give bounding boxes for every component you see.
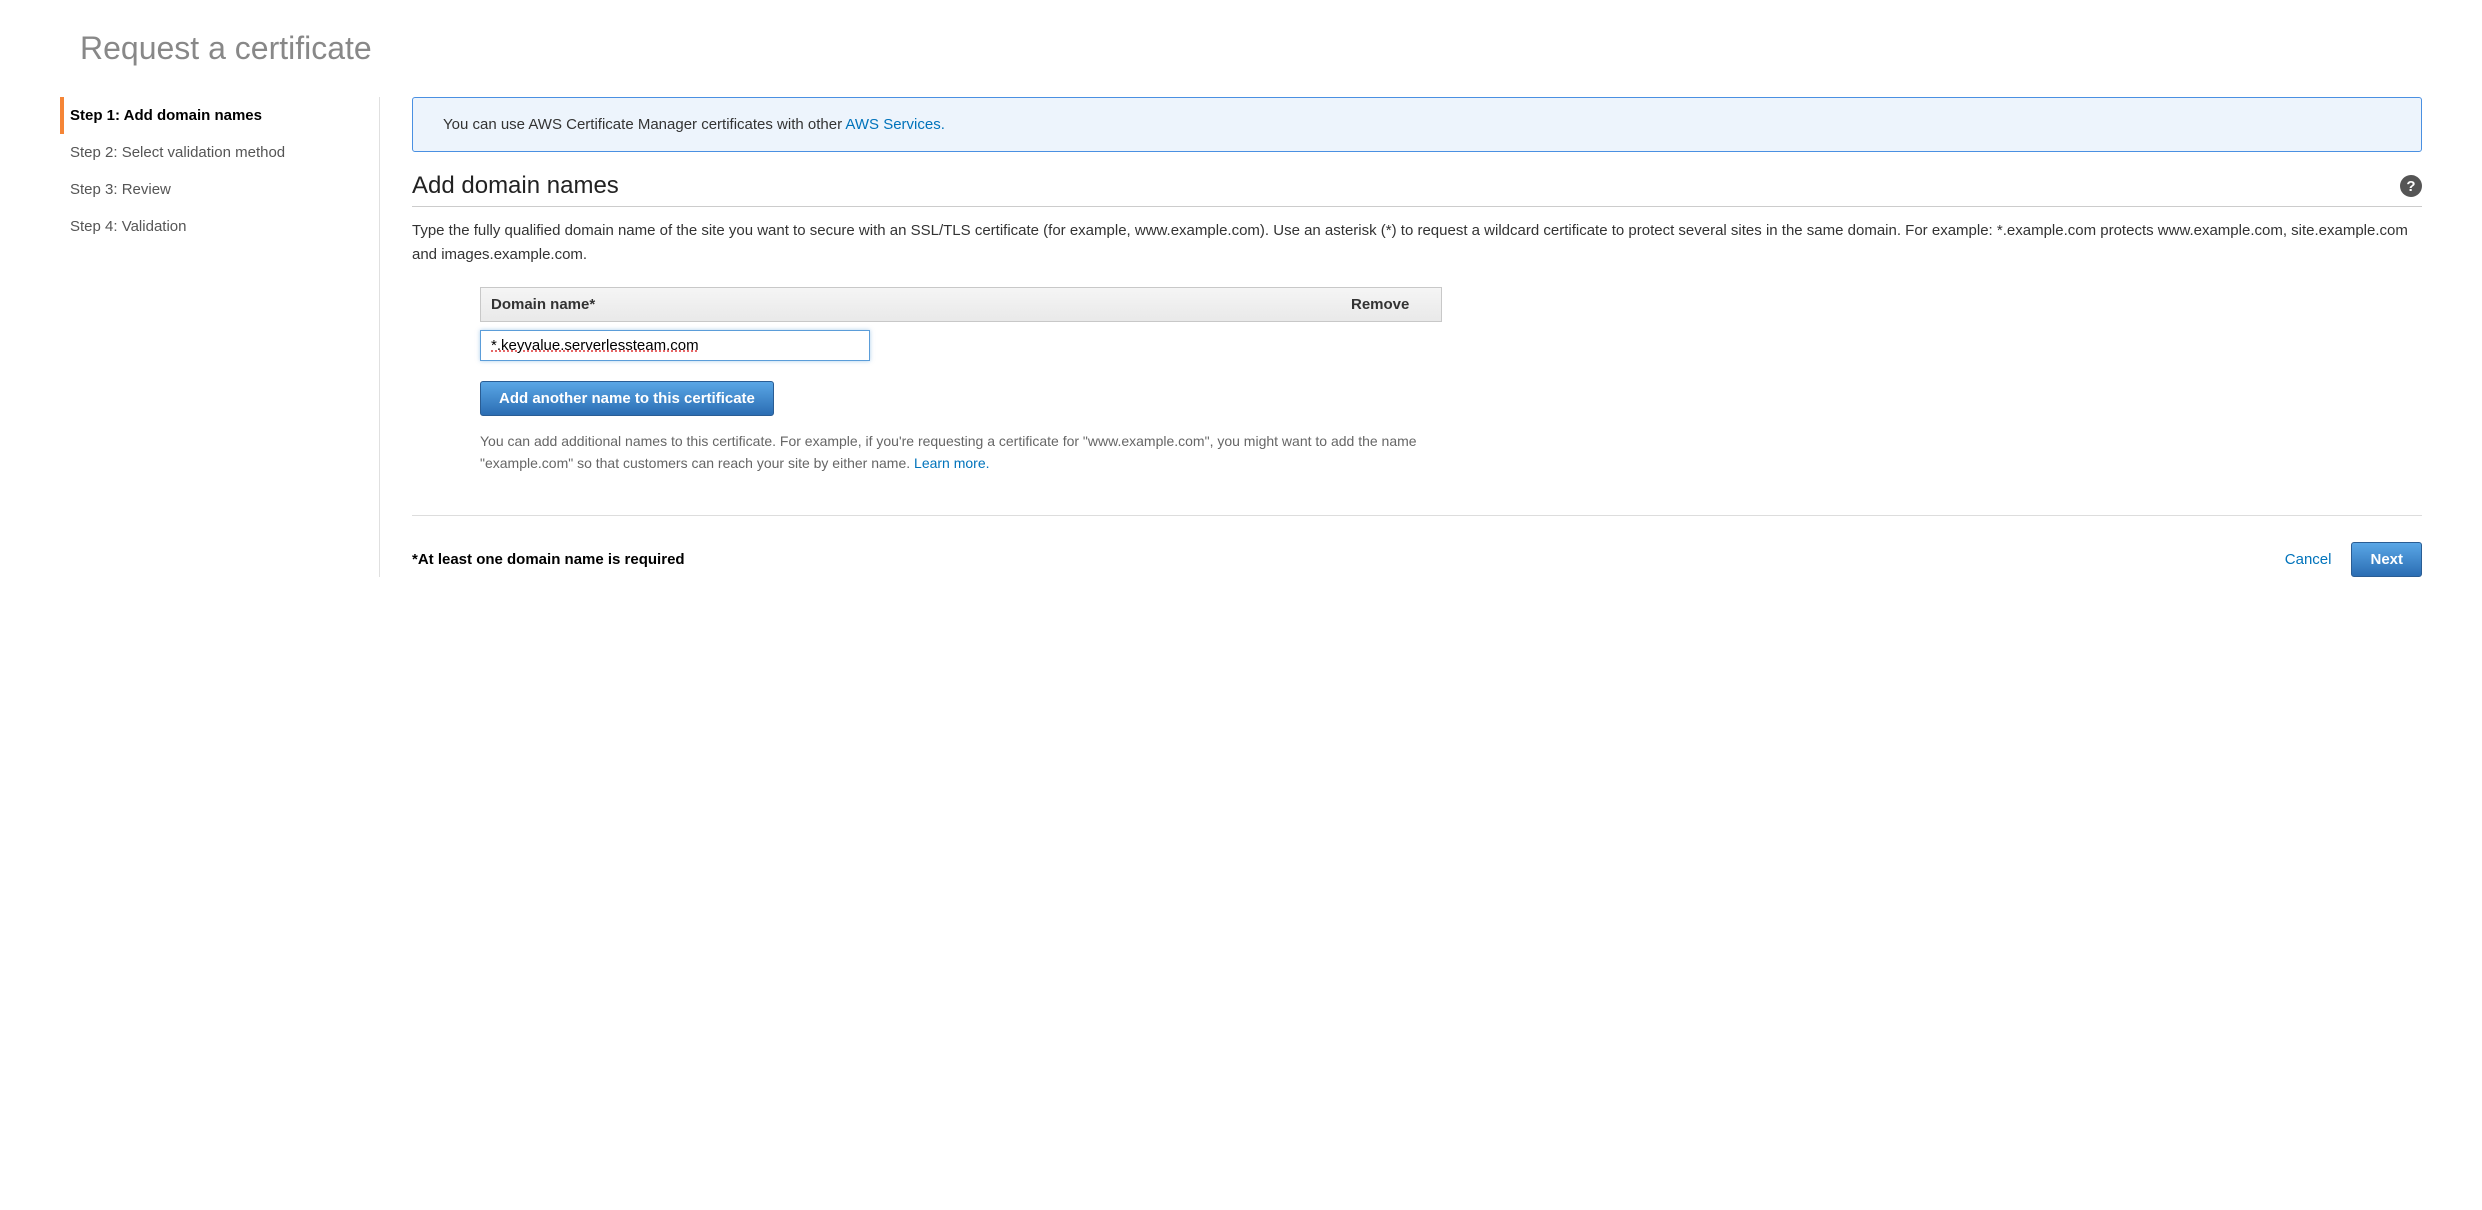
info-box: You can use AWS Certificate Manager cert… [412, 97, 2422, 152]
domain-table-header: Domain name* Remove [480, 287, 1442, 322]
page-title: Request a certificate [80, 30, 2422, 67]
section-title: Add domain names [412, 172, 619, 200]
required-note: *At least one domain name is required [412, 551, 685, 568]
step-select-validation-method[interactable]: Step 2: Select validation method [60, 134, 379, 171]
column-remove: Remove [1341, 288, 1441, 321]
cancel-button[interactable]: Cancel [2285, 551, 2332, 568]
aws-services-link[interactable]: AWS Services. [845, 116, 944, 133]
help-icon[interactable]: ? [2400, 175, 2422, 197]
section-description: Type the fully qualified domain name of … [412, 219, 2422, 267]
step-validation[interactable]: Step 4: Validation [60, 208, 379, 245]
next-button[interactable]: Next [2351, 542, 2422, 577]
domain-name-input[interactable] [480, 330, 870, 361]
learn-more-link[interactable]: Learn more. [914, 455, 989, 471]
step-review[interactable]: Step 3: Review [60, 171, 379, 208]
wizard-steps: Step 1: Add domain names Step 2: Select … [60, 97, 380, 577]
info-text: You can use AWS Certificate Manager cert… [443, 116, 845, 133]
add-another-name-button[interactable]: Add another name to this certificate [480, 381, 774, 416]
column-domain-name: Domain name* [481, 288, 1341, 321]
step-add-domain-names[interactable]: Step 1: Add domain names [60, 97, 379, 134]
